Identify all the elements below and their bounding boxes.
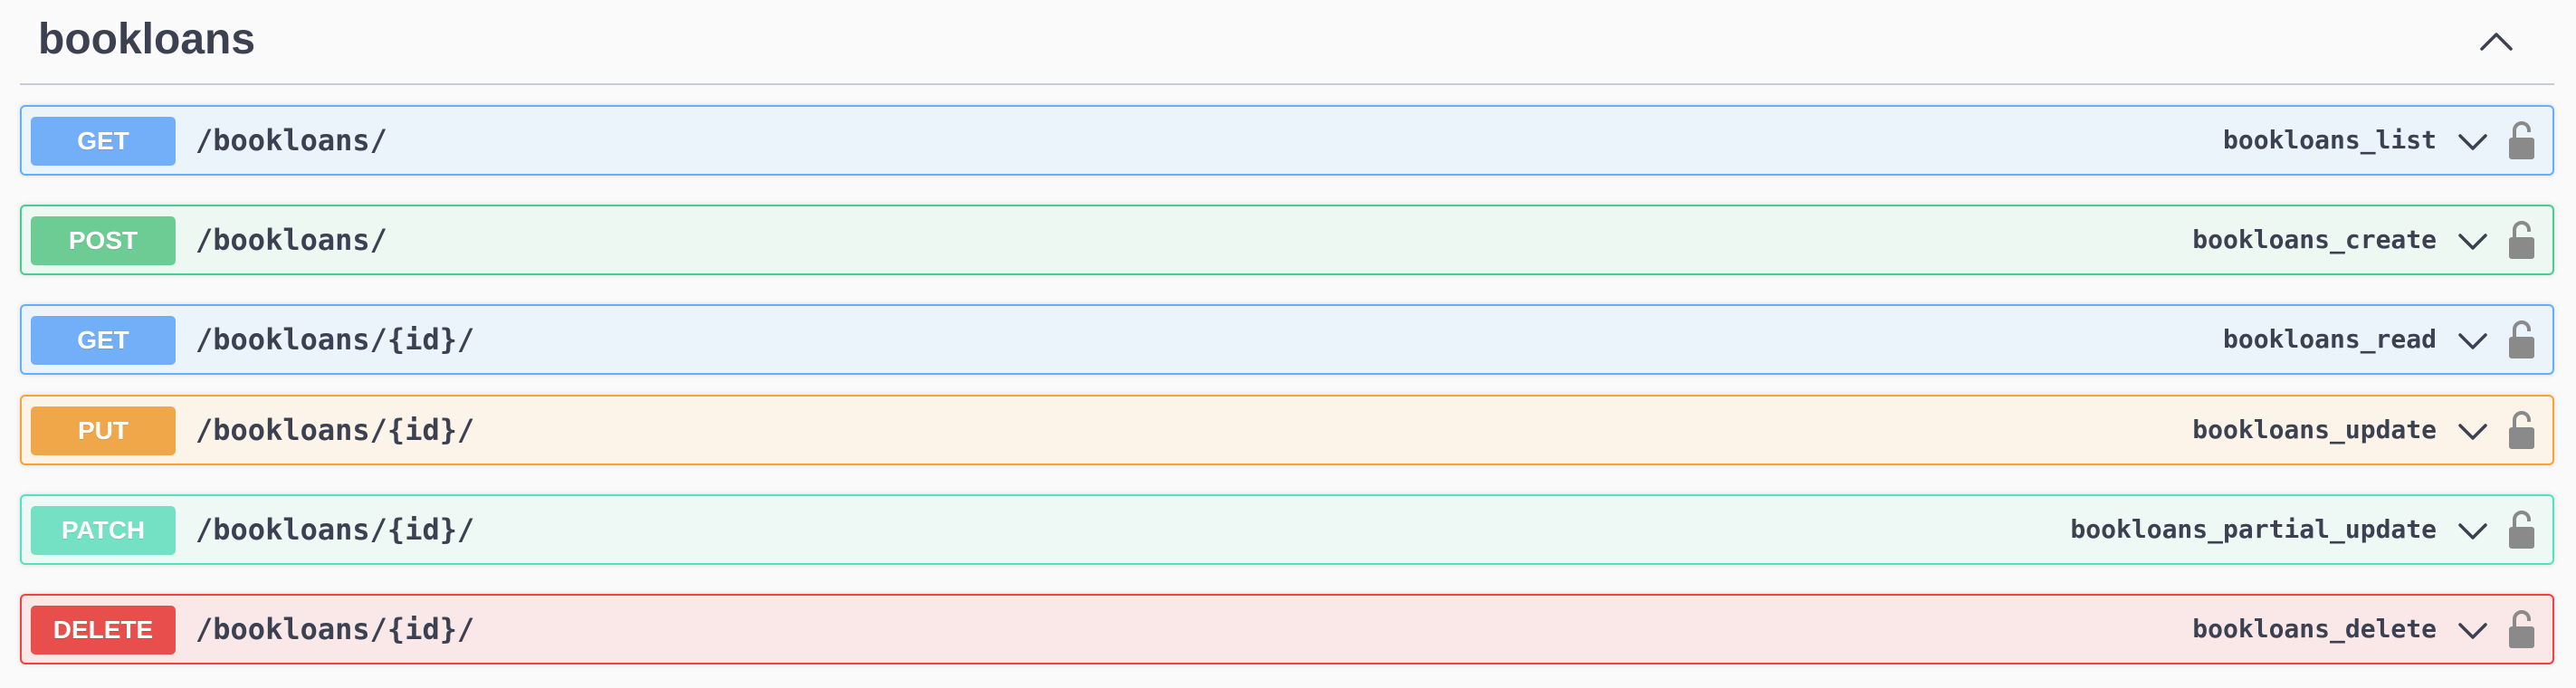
- authorize-button[interactable]: [2505, 118, 2538, 163]
- expand-toggle[interactable]: [2455, 225, 2491, 257]
- expand-toggle[interactable]: [2455, 324, 2491, 357]
- endpoint-path[interactable]: /bookloans/: [196, 206, 387, 273]
- lock-icon: [2509, 511, 2534, 549]
- chevron-down-icon: [2458, 424, 2487, 440]
- chevron-down-icon: [2458, 333, 2487, 349]
- endpoint-path[interactable]: /bookloans/{id}/: [196, 306, 474, 373]
- operation-id: bookloans_read: [2222, 324, 2437, 354]
- authorize-button[interactable]: [2505, 317, 2538, 362]
- chevron-down-icon: [2458, 134, 2487, 150]
- lock-icon: [2509, 221, 2534, 259]
- authorize-button[interactable]: [2505, 217, 2538, 263]
- lock-icon: [2509, 320, 2534, 358]
- operation-id: bookloans_create: [2192, 225, 2437, 254]
- section-header[interactable]: bookloans: [20, 0, 2554, 85]
- authorize-button[interactable]: [2505, 507, 2538, 552]
- method-badge: GET: [31, 316, 176, 365]
- lock-icon: [2509, 610, 2534, 648]
- chevron-down-icon: [2458, 523, 2487, 540]
- lock-icon: [2509, 411, 2534, 449]
- endpoint-path[interactable]: /bookloans/: [196, 107, 387, 174]
- expand-toggle[interactable]: [2455, 514, 2491, 547]
- operation-id: bookloans_list: [2222, 125, 2437, 155]
- chevron-down-icon: [2458, 623, 2487, 639]
- method-badge: POST: [31, 216, 176, 265]
- lock-icon: [2509, 121, 2534, 159]
- authorize-button[interactable]: [2505, 607, 2538, 652]
- opblock-bookloans-create[interactable]: POST /bookloans/ bookloans_create: [20, 205, 2554, 275]
- expand-toggle[interactable]: [2455, 125, 2491, 158]
- opblock-bookloans-update[interactable]: PUT /bookloans/{id}/ bookloans_update: [20, 395, 2554, 465]
- operation-id: bookloans_partial_update: [2070, 514, 2437, 544]
- method-badge: PATCH: [31, 506, 176, 555]
- section-title: bookloans: [38, 15, 256, 63]
- expand-toggle[interactable]: [2455, 415, 2491, 447]
- expand-toggle[interactable]: [2455, 614, 2491, 646]
- endpoint-path[interactable]: /bookloans/{id}/: [196, 596, 474, 663]
- method-badge: GET: [31, 117, 176, 166]
- chevron-down-icon: [2458, 234, 2487, 250]
- bookloans-section: bookloans GET /bookloans/ bookloans_list…: [0, 0, 2576, 688]
- operation-id: bookloans_update: [2192, 415, 2437, 444]
- opblock-bookloans-list[interactable]: GET /bookloans/ bookloans_list: [20, 105, 2554, 176]
- endpoint-path[interactable]: /bookloans/{id}/: [196, 496, 474, 563]
- method-badge: DELETE: [31, 606, 176, 655]
- operation-id: bookloans_delete: [2192, 614, 2437, 644]
- opblock-bookloans-delete[interactable]: DELETE /bookloans/{id}/ bookloans_delete: [20, 594, 2554, 664]
- opblock-bookloans-partial-update[interactable]: PATCH /bookloans/{id}/ bookloans_partial…: [20, 494, 2554, 565]
- method-badge: PUT: [31, 406, 176, 455]
- opblock-bookloans-read[interactable]: GET /bookloans/{id}/ bookloans_read: [20, 304, 2554, 375]
- endpoint-path[interactable]: /bookloans/{id}/: [196, 397, 474, 463]
- chevron-up-icon: [2480, 33, 2513, 51]
- authorize-button[interactable]: [2505, 407, 2538, 453]
- collapse-button[interactable]: [2471, 16, 2522, 67]
